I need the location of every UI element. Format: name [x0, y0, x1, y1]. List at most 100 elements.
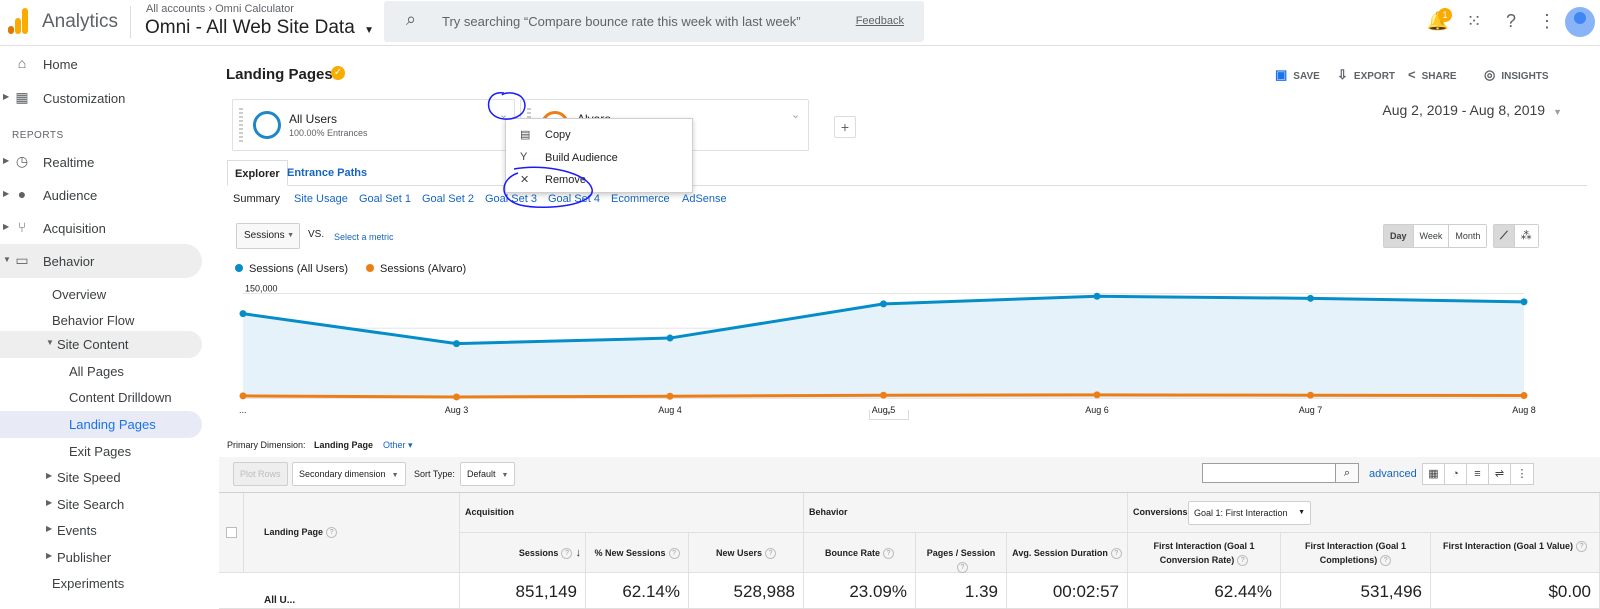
feedback-link[interactable]: Feedback — [856, 15, 904, 27]
subtab-site-usage[interactable]: Site Usage — [294, 193, 348, 205]
help-icon[interactable]: ? — [1380, 555, 1392, 567]
sort-type-select[interactable]: Default ▼ — [460, 462, 516, 486]
sidebar-item-customization[interactable]: ▶ ▦ Customization — [0, 81, 202, 115]
month-button[interactable]: Month — [1449, 225, 1487, 247]
legend-item-all-users[interactable]: Sessions (All Users) — [235, 263, 348, 275]
help-icon[interactable]: ? — [1576, 541, 1588, 553]
breadcrumb[interactable]: All accounts › Omni Calculator — [146, 3, 294, 15]
help-icon[interactable]: ? — [765, 548, 777, 560]
more-vert-icon[interactable]: ⋮ — [1535, 9, 1559, 33]
primary-dimension-value[interactable]: Landing Page — [314, 440, 373, 450]
avatar[interactable] — [1565, 7, 1595, 37]
performance-icon[interactable]: ≡ — [1467, 464, 1489, 484]
sidebar-item-site-content[interactable]: ▼ Site Content — [0, 331, 202, 358]
subtab-goal-set-3[interactable]: Goal Set 3 — [485, 193, 537, 205]
sidebar-item-exit-pages[interactable]: Exit Pages — [0, 438, 202, 465]
sidebar-item-site-search[interactable]: ▶ Site Search — [0, 491, 202, 518]
help-icon[interactable]: ? — [1110, 548, 1122, 560]
week-button[interactable]: Week — [1413, 225, 1450, 247]
column-header[interactable]: Avg. Session Duration? — [1007, 533, 1128, 573]
subtab-goal-set-2[interactable]: Goal Set 2 — [422, 193, 474, 205]
sidebar-item-behavior[interactable]: ▼ ▭ Behavior — [0, 244, 202, 278]
column-header[interactable]: Sessions? ↓ — [460, 533, 586, 573]
tab-entrance-paths[interactable]: Entrance Paths — [280, 160, 374, 186]
search-icon[interactable]: ⌕ — [1335, 463, 1359, 483]
menu-item-remove[interactable]: ✕ Remove — [506, 169, 692, 191]
help-icon[interactable]: ? — [326, 527, 338, 539]
column-header[interactable]: % New Sessions? — [586, 533, 689, 573]
subtab-summary[interactable]: Summary — [233, 193, 280, 205]
sidebar-item-realtime[interactable]: ▶ ◷ Realtime — [0, 145, 202, 179]
goal-select[interactable]: Goal 1: First Interaction ▼ — [1188, 501, 1311, 525]
table-search-input[interactable] — [1202, 463, 1336, 483]
menu-item-copy[interactable]: ▤ Copy — [506, 124, 692, 146]
subtab-ecommerce[interactable]: Ecommerce — [611, 193, 670, 205]
landing-page-header[interactable]: Landing Page? — [244, 493, 460, 573]
add-segment-button[interactable]: + — [834, 116, 856, 138]
sidebar-item-experiments[interactable]: Experiments — [0, 570, 202, 597]
select-all-checkbox[interactable] — [226, 527, 237, 538]
help-icon[interactable]: ? — [957, 562, 968, 574]
column-header[interactable]: Bounce Rate? — [804, 533, 916, 573]
primary-dimension-other[interactable]: Other ▾ — [383, 440, 413, 451]
segment-all-users[interactable]: All Users 100.00% Entrances ⌄ — [232, 99, 515, 151]
share-button[interactable]: < SHARE — [1408, 67, 1457, 82]
sidebar-item-acquisition[interactable]: ▶ ⑂ Acquisition — [0, 211, 202, 245]
column-header[interactable]: First Interaction (Goal 1 Conversion Rat… — [1128, 533, 1281, 573]
help-icon[interactable]: ? — [1237, 555, 1249, 567]
motion-chart-icon[interactable]: ⁂ — [1514, 225, 1538, 247]
day-button[interactable]: Day — [1384, 225, 1414, 247]
select-metric-link[interactable]: Select a metric — [334, 232, 394, 242]
save-button[interactable]: ▣ SAVE — [1275, 67, 1320, 83]
export-button[interactable]: ⇩ EXPORT — [1337, 67, 1395, 83]
menu-item-build-audience[interactable]: Y Build Audience — [506, 147, 692, 169]
subtab-goal-set-1[interactable]: Goal Set 1 — [359, 193, 411, 205]
sort-desc-icon[interactable]: ↓ — [572, 547, 581, 559]
search-bar[interactable]: ⌕ Try searching “Compare bounce rate thi… — [384, 1, 924, 42]
analytics-logo[interactable] — [8, 8, 28, 34]
comparison-icon[interactable]: ⇌ — [1489, 464, 1511, 484]
sidebar-item-site-speed[interactable]: ▶ Site Speed — [0, 464, 202, 491]
column-header[interactable]: First Interaction (Goal 1 Value)? — [1431, 533, 1600, 573]
sidebar-item-home[interactable]: ⌂ Home — [0, 47, 202, 81]
tab-explorer[interactable]: Explorer — [227, 160, 288, 186]
sidebar-item-landing-pages[interactable]: Landing Pages — [0, 411, 202, 438]
subtab-goal-set-4[interactable]: Goal Set 4 — [548, 193, 600, 205]
line-chart-icon[interactable]: ⟋ — [1494, 225, 1515, 247]
chart-collapse-handle[interactable]: ▼ — [869, 410, 909, 420]
chevron-down-icon[interactable]: ⌄ — [791, 108, 800, 121]
share-icon: < — [1408, 67, 1416, 82]
sidebar-item-events[interactable]: ▶ Events — [0, 517, 202, 544]
sidebar-item-audience[interactable]: ▶ ● Audience — [0, 178, 202, 212]
column-header[interactable]: First Interaction (Goal 1 Completions)? — [1281, 533, 1431, 573]
column-header[interactable]: New Users? — [689, 533, 804, 573]
sidebar-item-all-pages[interactable]: All Pages — [0, 358, 202, 385]
view-selector[interactable]: Omni - All Web Site Data ▼ — [145, 17, 374, 39]
help-icon[interactable]: ? — [561, 548, 573, 560]
apps-grid-icon[interactable]: ⁙ — [1462, 9, 1486, 33]
insights-button[interactable]: ◎ INSIGHTS — [1484, 67, 1549, 83]
help-icon[interactable]: ? — [1499, 9, 1523, 33]
sidebar-item-label: Realtime — [43, 155, 95, 170]
column-header[interactable]: Pages / Session? — [916, 533, 1007, 574]
help-icon[interactable]: ? — [883, 548, 894, 560]
help-icon[interactable]: ? — [668, 548, 680, 560]
pie-chart-icon[interactable]: ◔ — [1445, 464, 1467, 484]
breadcrumb-property[interactable]: Omni Calculator — [215, 3, 294, 15]
metric-select[interactable]: Sessions ▼ — [236, 223, 300, 249]
totals-value: 531,496 — [1360, 582, 1422, 601]
sidebar-item-publisher[interactable]: ▶ Publisher — [0, 544, 202, 571]
drag-handle[interactable] — [239, 108, 243, 142]
totals-cell: 62.14% — [586, 573, 689, 609]
subtab-adsense[interactable]: AdSense — [682, 193, 727, 205]
secondary-dimension-select[interactable]: Secondary dimension ▼ — [292, 462, 406, 486]
date-range-selector[interactable]: Aug 2, 2019 - Aug 8, 2019 ▼ — [1382, 102, 1562, 118]
sidebar-item-content-drilldown[interactable]: Content Drilldown — [0, 384, 202, 411]
breadcrumb-root[interactable]: All accounts — [146, 3, 205, 15]
legend-item-alvaro[interactable]: Sessions (Alvaro) — [366, 263, 466, 275]
notifications-icon[interactable]: 🔔 1 — [1426, 8, 1452, 33]
data-table-icon[interactable]: ▦ — [1423, 464, 1445, 484]
pivot-icon[interactable]: ⋮ — [1511, 464, 1533, 484]
plot-rows-button[interactable]: Plot Rows — [233, 462, 288, 486]
advanced-filter-link[interactable]: advanced — [1369, 468, 1417, 480]
